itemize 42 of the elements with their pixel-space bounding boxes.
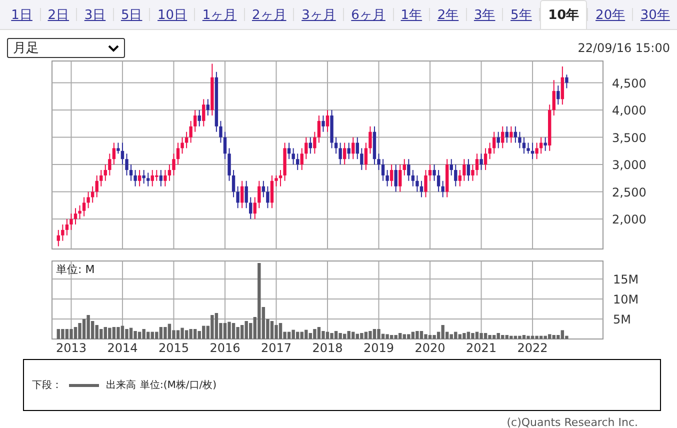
copyright: (c)Quants Research Inc. (506, 416, 638, 428)
axis-label: 2013 (56, 341, 86, 355)
axis-label: 2014 (107, 341, 138, 355)
period-tab[interactable]: 3日 (77, 0, 113, 29)
axis-label: 5M (613, 312, 631, 326)
period-tab[interactable]: 6ヶ月 (344, 0, 393, 29)
period-tab[interactable]: 10日 (150, 0, 194, 29)
axis-label: 3,500 (612, 130, 646, 145)
period-tab[interactable]: 5年 (503, 0, 539, 29)
timestamp: 22/09/16 15:00 (578, 41, 670, 55)
period-tab[interactable]: 1ヶ月 (195, 0, 244, 29)
period-tab[interactable]: 30年 (633, 0, 677, 29)
axis-label: 3,000 (612, 158, 646, 172)
period-tab[interactable]: 3年 (466, 0, 502, 29)
legend-unit: 単位:(M株/口/枚) (140, 378, 217, 392)
legend-item: 出来高 (106, 378, 136, 392)
axis-label: 2015 (158, 341, 189, 355)
unit-label: 単位: M (56, 263, 95, 276)
axis-label: 4,500 (612, 76, 646, 90)
axis-label: 2,500 (612, 185, 646, 200)
period-select[interactable]: 月足 (7, 38, 125, 58)
period-tab[interactable]: 2日 (40, 0, 76, 29)
axis-label: 2017 (260, 341, 292, 355)
legend-label: 下段： (32, 379, 62, 392)
axis-label: 2019 (363, 341, 394, 355)
axis-label: 10M (613, 292, 639, 306)
period-tab[interactable]: 2年 (430, 0, 466, 29)
axis-label: 2018 (312, 341, 343, 355)
axis-label: 2,000 (612, 212, 646, 227)
axis-label: 2016 (210, 341, 240, 355)
period-tab[interactable]: 3ヶ月 (294, 0, 344, 29)
axis-label: 2021 (466, 341, 497, 355)
period-tab[interactable]: 10年 (540, 0, 588, 29)
period-tab[interactable]: 1日 (4, 0, 40, 29)
period-tab[interactable]: 5日 (114, 0, 150, 29)
period-tab[interactable]: 1年 (394, 0, 430, 29)
period-tab[interactable]: 20年 (588, 0, 632, 29)
axis-label: 4,000 (612, 104, 646, 118)
axis-label: 2022 (517, 341, 548, 355)
axis-label: 2020 (414, 341, 446, 355)
axis-label: 15M (613, 272, 639, 286)
period-tab[interactable]: 2ヶ月 (244, 0, 294, 29)
